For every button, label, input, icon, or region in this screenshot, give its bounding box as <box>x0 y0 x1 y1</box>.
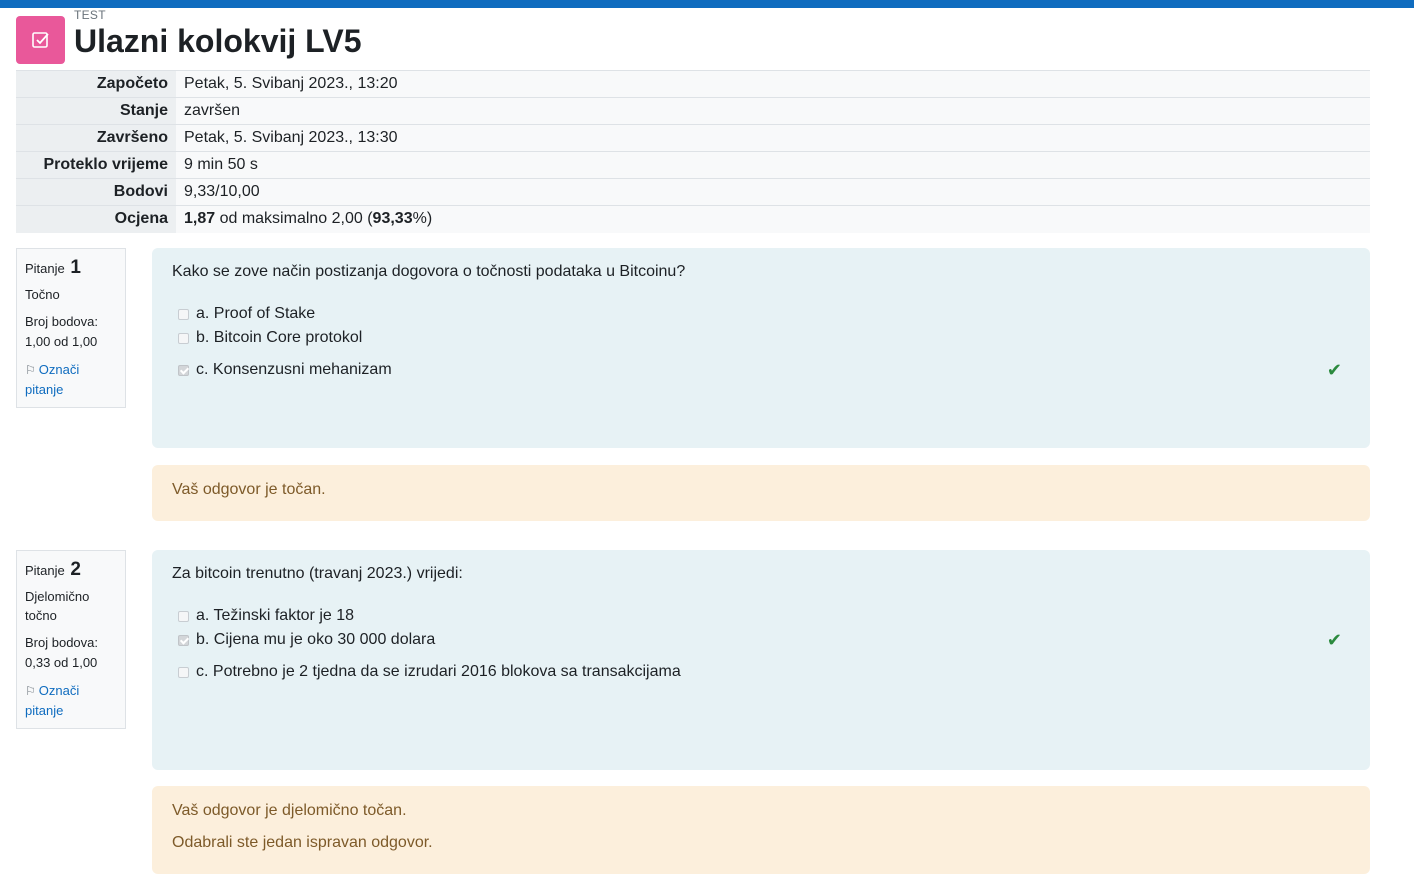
grade-middle: od maksimalno 2,00 ( <box>215 210 373 228</box>
grade-score: 1,87 <box>184 210 216 228</box>
flag-question-link[interactable]: ⚐ Označi pitanje <box>25 681 117 721</box>
answer-option[interactable]: c. Potrebno je 2 tjedna da se izrudari 2… <box>172 660 1350 684</box>
attempt-summary-table: Započeto Petak, 5. Svibanj 2023., 13:20 … <box>16 70 1370 233</box>
question-number: Pitanje 2 <box>25 559 81 580</box>
answer-label: a. Težinski faktor je 18 <box>196 607 355 624</box>
quiz-checkbox-icon <box>16 16 65 64</box>
flag-icon: ⚐ <box>25 363 36 377</box>
question-state: Djelomično točno <box>25 589 90 623</box>
summary-grade-value: 1,87 od maksimalno 2,00 (93,33%) <box>176 205 1370 233</box>
answer-label: b. Bitcoin Core protokol <box>196 329 363 346</box>
question-text: Kako se zove način postizanja dogovora o… <box>172 263 686 280</box>
answer-label: b. Cijena mu je oko 30 000 dolara <box>196 631 436 648</box>
answer-option[interactable]: b. Cijena mu je oko 30 000 dolara ✔ <box>172 628 1350 652</box>
answer-label: c. Potrebno je 2 tjedna da se izrudari 2… <box>196 663 681 680</box>
question-number: Pitanje 1 <box>25 257 81 278</box>
grade-percent: 93,33 <box>372 210 413 228</box>
question-feedback-2: Vaš odgovor je djelomično točan. Odabral… <box>152 786 1370 874</box>
answer-option[interactable]: a. Težinski faktor je 18 <box>172 604 1350 628</box>
question-formulation-1: Kako se zove način postizanja dogovora o… <box>152 248 1370 448</box>
summary-row-grade: Ocjena 1,87 od maksimalno 2,00 (93,33%) <box>16 205 1370 233</box>
question-grade: Broj bodova: 1,00 od 1,00 <box>25 314 98 349</box>
feedback-text: Vaš odgovor je djelomično točan. <box>172 802 407 819</box>
flag-question-link[interactable]: ⚐ Označi pitanje <box>25 360 117 400</box>
question-feedback-1: Vaš odgovor je točan. <box>152 465 1370 521</box>
question-state: Točno <box>25 287 60 302</box>
answer-option[interactable]: b. Bitcoin Core protokol <box>172 326 1350 350</box>
answer-checkbox[interactable] <box>178 364 189 376</box>
question-info-1: Pitanje 1 Točno Broj bodova: 1,00 od 1,00… <box>16 248 126 408</box>
page-header: TEST Ulazni kolokvij LV5 <box>16 8 1396 64</box>
top-navbar <box>0 0 1414 8</box>
summary-value: 9,33/10,00 <box>176 178 1370 206</box>
summary-label: Stanje <box>16 97 176 125</box>
summary-row-state: Stanje završen <box>16 97 1370 125</box>
summary-row-marks: Bodovi 9,33/10,00 <box>16 178 1370 206</box>
summary-row-completed: Završeno Petak, 5. Svibanj 2023., 13:30 <box>16 124 1370 152</box>
page-title: Ulazni kolokvij LV5 <box>74 23 362 59</box>
question-info-2: Pitanje 2 Djelomično točno Broj bodova: 0… <box>16 550 126 729</box>
answer-checkbox[interactable] <box>178 666 189 678</box>
question-text: Za bitcoin trenutno (travanj 2023.) vrij… <box>172 565 463 582</box>
answer-label: c. Konsenzusni mehanizam <box>196 361 392 378</box>
correct-check-icon: ✔ <box>1326 630 1342 650</box>
summary-label: Završeno <box>16 124 176 152</box>
activity-type-label: TEST <box>74 8 106 22</box>
summary-row-started: Započeto Petak, 5. Svibanj 2023., 13:20 <box>16 70 1370 98</box>
correct-check-icon: ✔ <box>1326 360 1342 380</box>
feedback-text: Odabrali ste jedan ispravan odgovor. <box>172 834 433 851</box>
answer-label: a. Proof of Stake <box>196 305 316 322</box>
summary-label: Ocjena <box>16 205 176 233</box>
flag-icon: ⚐ <box>25 684 36 698</box>
summary-value: Petak, 5. Svibanj 2023., 13:20 <box>176 70 1370 98</box>
answer-checkbox[interactable] <box>178 332 189 344</box>
summary-label: Bodovi <box>16 178 176 206</box>
summary-value: završen <box>176 97 1370 125</box>
summary-label: Proteklo vrijeme <box>16 151 176 179</box>
question-formulation-2: Za bitcoin trenutno (travanj 2023.) vrij… <box>152 550 1370 770</box>
answer-checkbox[interactable] <box>178 308 189 320</box>
question-grade: Broj bodova: 0,33 od 1,00 <box>25 635 98 670</box>
answer-checkbox[interactable] <box>178 610 189 622</box>
answer-option[interactable]: a. Proof of Stake <box>172 302 1350 326</box>
summary-label: Započeto <box>16 70 176 98</box>
summary-value: Petak, 5. Svibanj 2023., 13:30 <box>176 124 1370 152</box>
summary-value: 9 min 50 s <box>176 151 1370 179</box>
feedback-text: Vaš odgovor je točan. <box>172 481 326 498</box>
answer-checkbox[interactable] <box>178 634 189 646</box>
summary-row-time-taken: Proteklo vrijeme 9 min 50 s <box>16 151 1370 179</box>
grade-suffix: %) <box>412 210 433 228</box>
answer-option[interactable]: c. Konsenzusni mehanizam ✔ <box>172 358 1350 382</box>
